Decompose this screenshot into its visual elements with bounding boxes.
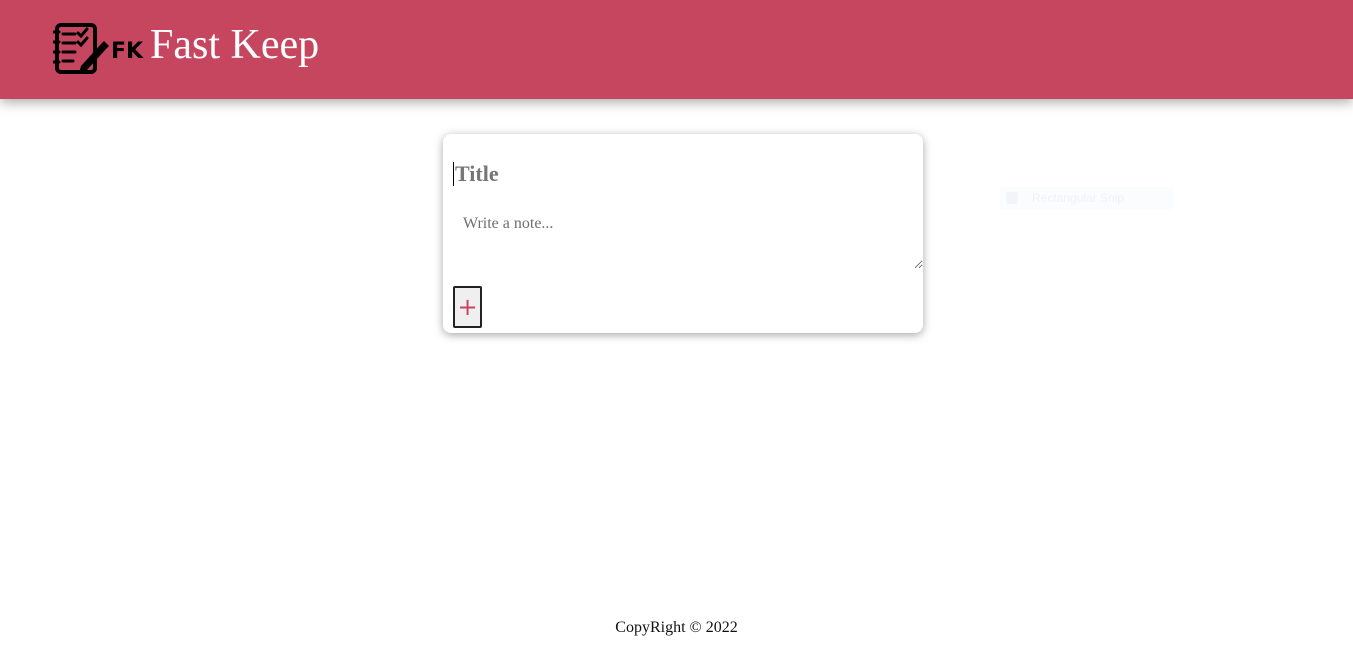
note-title-input[interactable] xyxy=(453,156,895,192)
svg-text:FK: FK xyxy=(111,39,144,64)
create-note-form: + xyxy=(443,134,923,333)
snip-tool-label: Rectangular Snip xyxy=(1032,191,1125,205)
page-footer: CopyRight © 2022 xyxy=(0,618,1353,638)
snip-tool-overlay: Rectangular Snip xyxy=(1000,187,1174,210)
notepad-checklist-pen-icon: FK xyxy=(53,23,144,74)
scissors-icon xyxy=(1006,192,1018,204)
copyright-text: CopyRight © 2022 xyxy=(615,619,738,636)
text-cursor xyxy=(453,162,454,186)
app-header: FK Fast Keep xyxy=(0,0,1353,99)
add-note-button[interactable]: + xyxy=(453,286,482,328)
brand-title: Fast Keep xyxy=(150,22,320,68)
note-body-textarea[interactable] xyxy=(443,209,923,269)
plus-icon: + xyxy=(457,293,478,321)
